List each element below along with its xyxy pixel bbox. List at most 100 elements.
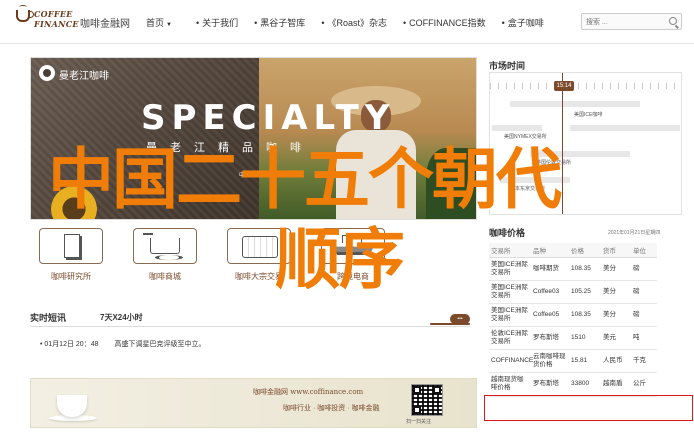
logo-text-line2: FINANCE	[34, 19, 79, 29]
timeline-label: 美国ICE咖啡	[574, 112, 603, 118]
timeline-ticks	[490, 83, 681, 89]
cell-exchange: 伦敦ICE洲际交易所	[489, 326, 531, 350]
site-name[interactable]: 咖啡金融网	[80, 15, 130, 30]
cell-variety: Coffee03	[531, 280, 569, 304]
nav-index-label: COFFINANCE指数	[409, 17, 486, 28]
price-table-header: 交易所 品种 价格 货币 单位	[489, 243, 657, 258]
nav-home[interactable]: 首页 ▼	[146, 16, 172, 29]
cell-exchange: 越南现货咖啡价格	[489, 372, 531, 397]
price-table: 交易所 品种 价格 货币 单位 美国ICE洲际交易所 咖啡期货 108.35 美…	[489, 243, 657, 397]
timeline-bar	[530, 151, 630, 157]
category-icon-box	[321, 228, 385, 264]
ship-icon	[334, 246, 374, 255]
cell-price: 108.35	[569, 303, 601, 327]
nav-about[interactable]: • 关于我们	[196, 16, 238, 29]
nav-about-label: 关于我们	[202, 17, 239, 28]
nav-box-coffee[interactable]: • 盒子咖啡	[502, 16, 544, 29]
column-header: 品种	[531, 243, 569, 258]
table-row: 美国ICE洲际交易所 Coffee03 105.25 美分 磅	[489, 280, 657, 304]
hero-headline: SPECIALTY	[141, 98, 396, 138]
table-row: 美国ICE洲际交易所 咖啡期货 108.35 美分 磅	[489, 257, 657, 281]
highlight-box	[484, 395, 693, 421]
price-date: 2021年01月21日星期四	[608, 230, 661, 236]
chevron-down-icon: ▼	[166, 21, 172, 28]
timeline-bar	[510, 101, 640, 107]
category-icon-box	[133, 228, 197, 264]
bullet-icon: •	[402, 17, 407, 28]
market-timeline: 美国ICE咖啡 美国NYMEX交易所 英国伦敦交易所 日本东京交易所 15:14	[489, 72, 682, 215]
news-item-time: • 01月12日 20：48	[40, 341, 99, 348]
logo-steam-icon	[19, 5, 27, 9]
nav-coffinance-index[interactable]: • COFFINANCE指数	[403, 16, 486, 29]
cell-currency: 美分	[601, 303, 631, 327]
timeline-now-badge: 15:14	[554, 81, 574, 91]
timeline-bar	[500, 177, 570, 183]
timeline-label: 英国伦敦交易所	[536, 160, 572, 166]
category-shop[interactable]: 咖啡商城	[124, 228, 206, 286]
hero-subline: 曼老江精品咖啡	[146, 142, 314, 154]
top-navbar: COFFEE FINANCE 咖啡金融网 首页 ▼ • 关于我们 • 黑谷子智库 • 《…	[0, 0, 694, 44]
category-label: 咖啡大宗交易	[235, 272, 283, 281]
qr-corner	[413, 386, 421, 394]
cell-exchange: COFFINANCE	[489, 349, 533, 373]
news-divider	[30, 326, 470, 327]
table-row: 越南现货咖啡价格 罗布斯塔 33800 越南盾 公斤	[489, 372, 657, 397]
cell-unit: 千克	[631, 349, 657, 373]
news-title: 实时短讯	[30, 313, 67, 323]
nav-think-tank[interactable]: • 黑谷子智库	[254, 16, 305, 29]
search-box	[581, 13, 682, 30]
cell-variety: Coffee05	[531, 303, 569, 327]
cell-price: 108.35	[569, 257, 601, 281]
cell-price: 33800	[569, 372, 601, 397]
qr-caption: 扫一扫关注	[406, 419, 432, 425]
ad-banner[interactable]: 咖啡金融网 www.coffinance.com 咖啡行业 · 咖啡投资 · 咖…	[30, 378, 477, 428]
news-subtitle: 7天X24小时	[100, 313, 143, 322]
cell-variety: 罗布斯塔	[531, 326, 569, 350]
search-icon[interactable]	[669, 17, 677, 25]
book-icon	[64, 234, 80, 258]
cell-currency: 人民币	[601, 349, 631, 373]
cell-exchange: 美国ICE洲际交易所	[489, 257, 531, 281]
news-item-text: 高盛下调星巴克评级至中立。	[114, 341, 206, 348]
timeline-bar	[570, 125, 680, 131]
cell-currency: 美分	[601, 280, 631, 304]
hero-banner[interactable]: 曼老江咖啡 SPECIALTY 曼老江精品咖啡 中国 · 云南	[30, 57, 477, 220]
ad-line2: 咖啡行业 · 咖啡投资 · 咖啡金融	[283, 405, 380, 412]
cell-unit: 磅	[631, 303, 657, 327]
column-header: 货币	[601, 243, 631, 258]
news-more-button[interactable]: •••	[450, 314, 470, 324]
category-label: 咖啡商城	[149, 272, 181, 281]
brand-logo-icon	[39, 65, 55, 81]
timeline-bar	[492, 125, 542, 131]
nav-box-coffee-label: 盒子咖啡	[507, 17, 544, 28]
cell-unit: 磅	[631, 280, 657, 304]
cell-price: 1510	[569, 326, 601, 350]
timeline-now-line	[562, 73, 563, 214]
news-item[interactable]: • 01月12日 20：48 高盛下调星巴克评级至中立。	[40, 339, 206, 349]
search-input[interactable]	[586, 16, 664, 28]
bullet-icon: •	[254, 17, 258, 28]
category-label: 咖啡研究所	[51, 272, 91, 281]
category-ecommerce[interactable]: 跨境电商	[312, 228, 394, 286]
cell-price: 105.25	[569, 280, 601, 304]
ship-cabin-icon	[342, 235, 362, 243]
logo-text-line1: COFFEE	[34, 9, 73, 19]
trade-icon	[242, 236, 278, 258]
category-icon-box	[227, 228, 291, 264]
qr-code	[411, 384, 443, 416]
bullet-icon: •	[321, 17, 325, 28]
qr-corner	[413, 406, 421, 414]
nav-roast-magazine[interactable]: • 《Roast》杂志	[321, 16, 387, 29]
cell-unit: 公斤	[631, 372, 657, 397]
category-row: 咖啡研究所 咖啡商城 咖啡大宗交易 跨境电商	[30, 228, 477, 286]
cell-unit: 磅	[631, 257, 657, 281]
table-row: COFFINANCE 云南咖啡现货价格 15.81 人民币 千克	[489, 349, 657, 373]
cart-icon	[143, 233, 183, 260]
category-research[interactable]: 咖啡研究所	[30, 228, 112, 286]
cell-variety: 罗布斯塔	[531, 372, 569, 397]
news-header: 实时短讯 7天X24小时 •••	[30, 311, 470, 327]
cell-unit: 吨	[631, 326, 657, 350]
timeline-label: 美国NYMEX交易所	[504, 134, 547, 140]
site-logo[interactable]: COFFEE FINANCE	[16, 5, 79, 35]
category-trade[interactable]: 咖啡大宗交易	[218, 228, 300, 286]
